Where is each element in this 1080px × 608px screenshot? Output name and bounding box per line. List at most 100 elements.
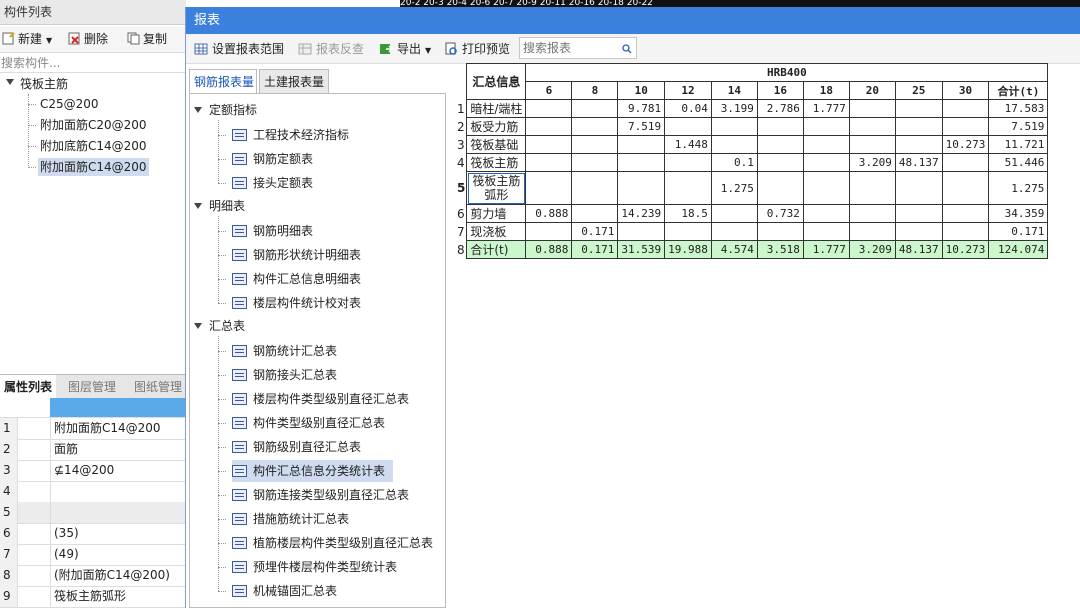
props-row[interactable]: 8 (附加面筋C14@200) xyxy=(0,565,186,587)
value-cell[interactable] xyxy=(941,171,990,205)
value-cell[interactable]: 0.888 xyxy=(525,204,573,223)
report-tree-item[interactable]: 接头定额表 xyxy=(232,172,321,194)
value-cell[interactable]: 1.777 xyxy=(802,240,850,259)
value-cell[interactable] xyxy=(525,153,573,172)
value-cell[interactable] xyxy=(848,222,896,241)
tree-group[interactable]: 明细表 xyxy=(194,196,245,216)
value-cell[interactable] xyxy=(710,117,758,136)
total-cell[interactable]: 0.171 xyxy=(988,222,1049,241)
value-cell[interactable] xyxy=(525,171,573,205)
value-cell[interactable] xyxy=(894,99,943,118)
value-cell[interactable]: 0.888 xyxy=(525,240,573,259)
table-row[interactable]: 1 暗柱/端柱 9.781 0.04 3.199 2.786 1.777 17.583 xyxy=(456,99,1049,118)
value-cell[interactable] xyxy=(710,222,758,241)
value-cell[interactable]: 9.781 xyxy=(617,99,666,118)
value-cell[interactable] xyxy=(571,117,619,136)
row-name[interactable]: 板受力筋 xyxy=(466,117,527,136)
row-name[interactable]: 剪力墙 xyxy=(466,204,527,223)
value-cell[interactable] xyxy=(941,153,990,172)
value-cell[interactable] xyxy=(894,135,943,154)
value-cell[interactable] xyxy=(525,135,573,154)
value-cell[interactable]: 4.574 xyxy=(710,240,758,259)
tree-root[interactable]: 筏板主筋 xyxy=(20,75,68,93)
value-cell[interactable] xyxy=(802,153,850,172)
value-cell[interactable]: 31.539 xyxy=(617,240,666,259)
value-cell[interactable]: 0.171 xyxy=(571,240,619,259)
report-tree-item[interactable]: 钢筋级别直径汇总表 xyxy=(232,436,369,458)
report-tree-item[interactable]: 钢筋定额表 xyxy=(232,148,321,170)
reverse-check-button[interactable]: 报表反查 xyxy=(298,40,364,58)
table-row[interactable]: 6 剪力墙 0.888 14.239 18.5 0.732 34.359 xyxy=(456,204,1049,223)
value-cell[interactable] xyxy=(802,222,850,241)
tree-item[interactable]: C25@200 xyxy=(38,95,101,113)
value-cell[interactable] xyxy=(802,204,850,223)
value-cell[interactable] xyxy=(710,135,758,154)
value-cell[interactable] xyxy=(756,171,804,205)
table-row[interactable]: 7 现浇板 0.171 0.171 xyxy=(456,222,1049,241)
value-cell[interactable]: 48.137 xyxy=(894,153,943,172)
value-cell[interactable] xyxy=(664,222,712,241)
search-icon[interactable] xyxy=(622,43,632,54)
value-cell[interactable] xyxy=(848,99,896,118)
total-cell[interactable]: 1.275 xyxy=(988,171,1049,205)
value-cell[interactable] xyxy=(848,204,896,223)
value-cell[interactable] xyxy=(571,99,619,118)
value-cell[interactable] xyxy=(941,222,990,241)
export-button[interactable]: 导出 ▼ xyxy=(379,40,431,58)
report-tree-item[interactable]: 工程技术经济指标 xyxy=(232,124,357,146)
value-cell[interactable]: 10.273 xyxy=(941,240,990,259)
total-cell[interactable]: 7.519 xyxy=(988,117,1049,136)
report-tree-item[interactable]: 构件类型级别直径汇总表 xyxy=(232,412,393,434)
value-cell[interactable]: 3.209 xyxy=(848,153,896,172)
value-cell[interactable]: 3.518 xyxy=(756,240,804,259)
value-cell[interactable]: 7.519 xyxy=(617,117,666,136)
tab-layers[interactable]: 图层管理 xyxy=(64,375,120,399)
props-row[interactable]: 9 筏板主筋弧形 xyxy=(0,586,186,608)
report-tree-item[interactable]: 预埋件楼层构件类型统计表 xyxy=(232,556,405,578)
report-tree-item[interactable]: 钢筋明细表 xyxy=(232,220,321,242)
value-cell[interactable] xyxy=(617,171,666,205)
value-cell[interactable] xyxy=(664,171,712,205)
row-name[interactable]: 现浇板 xyxy=(466,222,527,241)
value-cell[interactable] xyxy=(710,204,758,223)
print-preview-button[interactable]: 打印预览 xyxy=(444,40,510,58)
value-cell[interactable]: 0.171 xyxy=(571,222,619,241)
value-cell[interactable]: 1.448 xyxy=(664,135,712,154)
tab-rebar-report[interactable]: 钢筋报表量 xyxy=(189,69,257,93)
report-tree-item[interactable]: 钢筋统计汇总表 xyxy=(232,340,345,362)
value-cell[interactable]: 3.199 xyxy=(710,99,758,118)
value-cell[interactable]: 2.786 xyxy=(756,99,804,118)
total-cell[interactable]: 51.446 xyxy=(988,153,1049,172)
delete-button[interactable]: 删除 xyxy=(68,30,108,48)
value-cell[interactable]: 19.988 xyxy=(664,240,712,259)
value-cell[interactable] xyxy=(664,153,712,172)
row-name[interactable]: 暗柱/端柱 xyxy=(466,99,527,118)
value-cell[interactable]: 48.137 xyxy=(894,240,943,259)
value-cell[interactable]: 0.732 xyxy=(756,204,804,223)
value-cell[interactable] xyxy=(848,171,896,205)
tree-item[interactable]: 附加面筋C20@200 xyxy=(38,116,149,134)
value-cell[interactable] xyxy=(802,117,850,136)
value-cell[interactable] xyxy=(941,117,990,136)
row-name[interactable]: 合计(t) xyxy=(466,240,527,259)
report-tree-item[interactable]: 钢筋连接类型级别直径汇总表 xyxy=(232,484,417,506)
value-cell[interactable] xyxy=(848,117,896,136)
tab-properties[interactable]: 属性列表 xyxy=(0,375,57,399)
report-tree-item[interactable]: 钢筋形状统计明细表 xyxy=(232,244,369,266)
value-cell[interactable] xyxy=(571,171,619,205)
value-cell[interactable] xyxy=(894,222,943,241)
props-row[interactable]: 6 (35) xyxy=(0,523,186,545)
report-tree-item[interactable]: 楼层构件类型级别直径汇总表 xyxy=(232,388,417,410)
value-cell[interactable] xyxy=(617,222,666,241)
report-tree-item[interactable]: 机械锚固汇总表 xyxy=(232,580,345,602)
total-cell[interactable]: 34.359 xyxy=(988,204,1049,223)
props-row[interactable]: 2 面筋 xyxy=(0,439,186,461)
table-row[interactable]: 4 筏板主筋 0.1 3.209 48.137 51.446 xyxy=(456,153,1049,172)
value-cell[interactable] xyxy=(571,204,619,223)
props-row[interactable]: 3 ⊈14@200 xyxy=(0,460,186,482)
value-cell[interactable] xyxy=(571,135,619,154)
value-cell[interactable] xyxy=(802,171,850,205)
table-row[interactable]: 3 筏板基础 1.448 10.273 11.721 xyxy=(456,135,1049,154)
collapse-icon[interactable] xyxy=(6,79,14,85)
value-cell[interactable] xyxy=(664,117,712,136)
